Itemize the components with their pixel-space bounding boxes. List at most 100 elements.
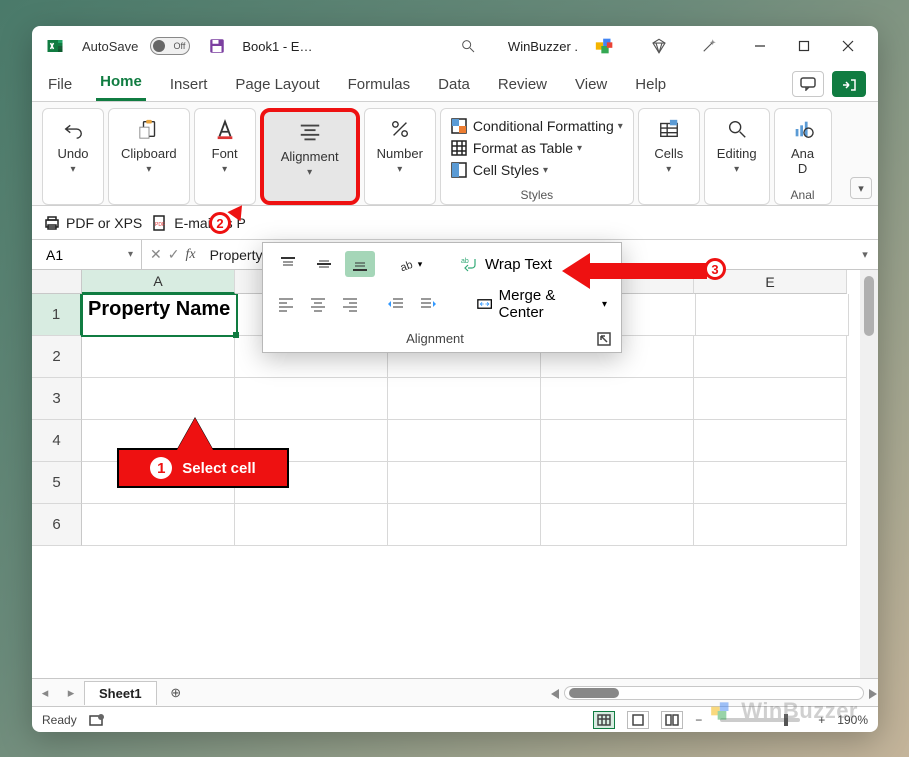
diamond-icon[interactable] — [650, 37, 668, 55]
cell[interactable] — [388, 462, 541, 504]
view-page-layout-icon[interactable] — [627, 711, 649, 729]
decrease-indent-button[interactable] — [383, 291, 409, 317]
clipboard-button[interactable]: Clipboard ▾ — [111, 113, 187, 197]
wrap-text-button[interactable]: ab Wrap Text — [457, 254, 556, 275]
accept-icon[interactable]: ✓ — [168, 246, 180, 263]
sheet-nav-prev[interactable]: ◂ — [32, 685, 58, 701]
ribbon-group-analyze: Ana D Anal — [774, 108, 832, 205]
increase-indent-button[interactable] — [415, 291, 441, 317]
tab-insert[interactable]: Insert — [166, 70, 212, 101]
sheet-tab[interactable]: Sheet1 — [84, 681, 157, 705]
email-pdf-button[interactable]: PDF E-mail as P — [152, 215, 246, 231]
insert-function-icon[interactable]: fx — [185, 247, 195, 263]
row-header[interactable]: 4 — [32, 420, 82, 462]
ribbon-group-font: Font ▾ — [194, 108, 256, 205]
cell[interactable] — [696, 294, 849, 336]
cell[interactable] — [82, 378, 235, 420]
font-button[interactable]: Font ▾ — [197, 113, 253, 197]
alignment-button[interactable]: Alignment ▾ — [266, 116, 354, 200]
dialog-launcher-icon[interactable] — [597, 332, 611, 346]
analyze-data-button[interactable]: Ana D — [781, 113, 825, 197]
wand-icon[interactable] — [700, 37, 718, 55]
merge-center-button[interactable]: Merge & Center ▾ — [473, 285, 611, 323]
row-header[interactable]: 6 — [32, 504, 82, 546]
minimize-button[interactable] — [738, 26, 782, 66]
cell[interactable] — [388, 420, 541, 462]
cell[interactable] — [694, 504, 847, 546]
cell[interactable] — [694, 420, 847, 462]
tab-review[interactable]: Review — [494, 70, 551, 101]
tab-formulas[interactable]: Formulas — [344, 70, 415, 101]
comments-button[interactable] — [792, 71, 824, 97]
ribbon-collapse-button[interactable]: ▾ — [850, 177, 872, 199]
undo-button[interactable]: Undo ▾ — [45, 113, 101, 197]
align-right-button[interactable] — [337, 291, 363, 317]
format-as-table-button[interactable]: Format as Table▾ — [451, 137, 582, 159]
cell[interactable] — [235, 378, 388, 420]
tab-help[interactable]: Help — [631, 70, 670, 101]
cell[interactable] — [541, 378, 694, 420]
orientation-button[interactable]: ab▾ — [395, 251, 425, 277]
view-normal-icon[interactable] — [593, 711, 615, 729]
printer-icon — [44, 215, 60, 231]
cell[interactable] — [694, 336, 847, 378]
vertical-scrollbar[interactable] — [860, 270, 878, 678]
cell[interactable] — [82, 336, 235, 378]
zoom-out-button[interactable]: − — [695, 713, 702, 727]
macro-record-icon[interactable] — [89, 713, 105, 727]
alignment-group-label: Alignment — [406, 331, 464, 346]
search-icon[interactable] — [460, 38, 476, 54]
cell[interactable]: Property Name — [82, 294, 237, 336]
tab-home[interactable]: Home — [96, 67, 146, 101]
tab-page-layout[interactable]: Page Layout — [231, 70, 323, 101]
cell[interactable] — [235, 504, 388, 546]
cell[interactable] — [694, 462, 847, 504]
account-avatar-icon[interactable] — [594, 35, 616, 57]
tab-view[interactable]: View — [571, 70, 611, 101]
autosave-label: AutoSave — [82, 39, 138, 54]
tab-file[interactable]: File — [44, 70, 76, 101]
view-page-break-icon[interactable] — [661, 711, 683, 729]
quick-access-row: PDF or XPS PDF E-mail as P — [32, 206, 878, 240]
share-button[interactable] — [832, 71, 866, 97]
cancel-icon[interactable]: ✕ — [150, 246, 162, 263]
cells-button[interactable]: Cells ▾ — [641, 113, 697, 197]
editing-button[interactable]: Editing ▾ — [707, 113, 767, 197]
formula-bar-expand[interactable]: ▾ — [852, 248, 878, 261]
save-icon[interactable] — [208, 37, 226, 55]
row-header[interactable]: 2 — [32, 336, 82, 378]
maximize-button[interactable] — [782, 26, 826, 66]
name-box[interactable]: A1▾ — [32, 240, 142, 269]
select-all-corner[interactable] — [32, 270, 82, 294]
row-header[interactable]: 5 — [32, 462, 82, 504]
align-center-button[interactable] — [305, 291, 331, 317]
align-middle-button[interactable] — [309, 251, 339, 277]
callout-1: 1 Select cell — [117, 448, 289, 488]
pdf-xps-button[interactable]: PDF or XPS — [44, 215, 142, 231]
row-header[interactable]: 3 — [32, 378, 82, 420]
cell-styles-button[interactable]: Cell Styles▾ — [451, 159, 548, 181]
cell[interactable] — [388, 504, 541, 546]
cell[interactable] — [541, 504, 694, 546]
row-header[interactable]: 1 — [32, 294, 82, 336]
cell[interactable] — [541, 420, 694, 462]
account-name[interactable]: WinBuzzer . — [508, 39, 578, 54]
align-top-button[interactable] — [273, 251, 303, 277]
tab-data[interactable]: Data — [434, 70, 474, 101]
percent-icon — [388, 117, 412, 141]
number-button[interactable]: Number ▾ — [367, 113, 433, 197]
cell[interactable] — [388, 378, 541, 420]
align-left-button[interactable] — [273, 291, 299, 317]
analyze-icon — [791, 117, 815, 141]
ribbon-group-editing: Editing ▾ — [704, 108, 770, 205]
column-header[interactable]: A — [82, 270, 235, 294]
align-bottom-button[interactable] — [345, 251, 375, 277]
add-sheet-button[interactable]: ⊕ — [163, 685, 189, 701]
conditional-formatting-button[interactable]: Conditional Formatting▾ — [451, 115, 623, 137]
cell[interactable] — [541, 462, 694, 504]
close-button[interactable] — [826, 26, 870, 66]
cell[interactable] — [82, 504, 235, 546]
cell[interactable] — [694, 378, 847, 420]
sheet-nav-next[interactable]: ▸ — [58, 685, 84, 701]
autosave-toggle[interactable]: Off — [150, 37, 190, 55]
